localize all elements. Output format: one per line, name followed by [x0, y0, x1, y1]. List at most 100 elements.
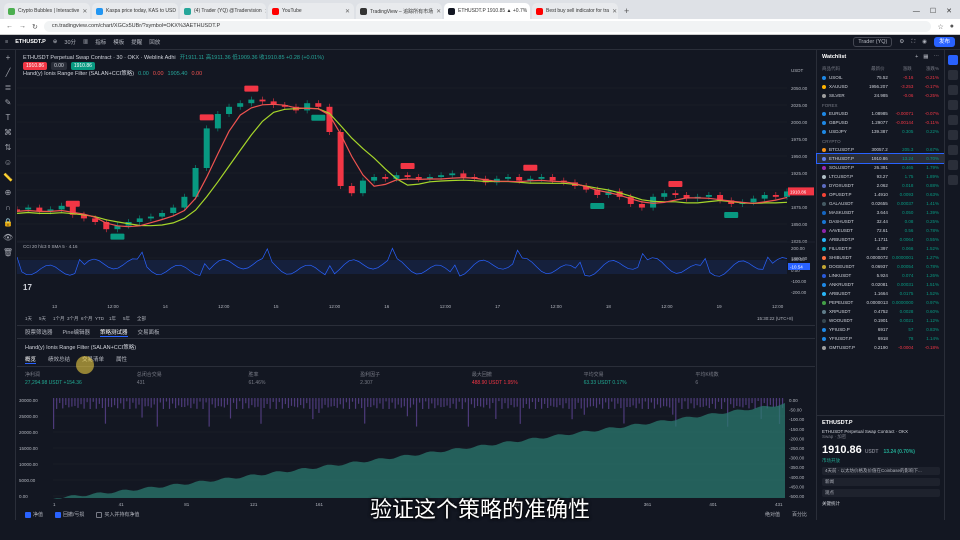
more-icon[interactable]: ⋯ [934, 54, 940, 60]
fullscreen-icon[interactable]: ⛶ [911, 39, 915, 46]
news-button[interactable]: 新闻 [822, 478, 940, 486]
trash-icon[interactable]: 🗑 [0, 245, 16, 260]
watchlist-row[interactable]: GMTUSDT.P 0.2190 -0.0004 -0.18% [817, 343, 944, 352]
watchlist-row[interactable]: ETHUSDT.P 1910.86 13.24 0.70% [816, 153, 945, 164]
layout-name-button[interactable]: Trader (YQ) [853, 37, 893, 47]
watchlist-row[interactable]: ANKRUSDT 0.02081 0.00031 1.51% [817, 280, 944, 289]
interval-select[interactable]: 30分 [64, 38, 76, 46]
watchlist-row[interactable]: ARBUSDT.P 1.1711 0.0064 0.55% [817, 235, 944, 244]
toolbar-indicators[interactable]: 指标 [95, 38, 106, 46]
watchlist-row[interactable]: USOIL 75.52 -0.16 -0.21% [817, 73, 944, 82]
close-icon[interactable]: ✕ [345, 8, 350, 15]
forward-icon[interactable]: → [19, 23, 26, 30]
magnet-icon[interactable]: ∩ [0, 200, 16, 215]
watchlist-row[interactable]: XRPUSDT 0.4752 0.0028 0.60% [817, 307, 944, 316]
watchlist-row[interactable]: EURUSD 1.08985 -0.00071 -0.07% [817, 109, 944, 118]
maximize-icon[interactable]: ☐ [930, 7, 936, 15]
alerts-icon[interactable] [947, 70, 958, 80]
candle-type-icon[interactable]: ▥ [83, 39, 88, 45]
watchlist-section[interactable]: FOREX [817, 100, 944, 109]
minimize-icon[interactable]: — [913, 8, 920, 15]
watchlist-row[interactable]: DYDXUSDT 2.062 0.018 0.88% [817, 181, 944, 190]
close-icon[interactable]: ✕ [436, 8, 441, 15]
publish-button[interactable]: 发布 [933, 37, 955, 47]
tab-properties[interactable]: 属性 [116, 355, 127, 364]
browser-tab[interactable]: YouTube ✕ [268, 3, 354, 19]
watchlist-title[interactable]: Watchlist [822, 54, 846, 60]
add-icon[interactable]: + [915, 54, 918, 60]
chart-canvas[interactable]: 2050.00 2025.00 2000.00 1975.00 1950.00 1925.… [14, 50, 815, 325]
camera-icon[interactable]: ◉ [922, 39, 927, 45]
watchlist-row[interactable]: YFIUSDT.P 6918 78 1.14% [817, 334, 944, 343]
eye-icon[interactable]: 👁 [0, 230, 16, 245]
tab-screener[interactable]: 股票筛选器 [25, 328, 53, 336]
menu-icon[interactable]: ≡ [5, 39, 8, 45]
ideas-icon[interactable] [947, 130, 958, 140]
strategy-name[interactable]: Hand(y) Ionis Range Filter (SALAN+CCI策略) [17, 339, 815, 353]
tab-trading-panel[interactable]: 交易面板 [138, 328, 160, 336]
buy-price-pill[interactable]: 1910.86 [70, 62, 95, 70]
toolbar-alerts[interactable]: 提醒 [131, 38, 142, 46]
trendline-icon[interactable]: ╱ [0, 65, 16, 80]
watchlist-row[interactable]: LINKUSDT 5.924 0.074 1.26% [817, 271, 944, 280]
watchlist-row[interactable]: AAVEUSDT 72.61 0.56 0.78% [817, 226, 944, 235]
layout-icon[interactable]: ▦ [923, 54, 928, 60]
brush-icon[interactable]: ✎ [0, 95, 16, 110]
close-icon[interactable]: ✕ [265, 8, 266, 15]
notifications-icon[interactable] [947, 160, 958, 170]
crosshair-icon[interactable]: + [0, 50, 16, 65]
back-icon[interactable]: ← [6, 23, 13, 30]
watchlist-row[interactable]: XAUUSD 1956.207 -3.253 -0.17% [817, 82, 944, 91]
pattern-icon[interactable]: ⌘ [0, 125, 16, 140]
new-tab-icon[interactable]: + [620, 3, 633, 19]
browser-tab[interactable]: Best buy sell indicator for tra ✕ [532, 3, 618, 19]
browser-tab[interactable]: Crypto Bubbles | Interactive ✕ [4, 3, 90, 19]
watchlist-icon[interactable] [947, 55, 958, 65]
calendar-icon[interactable] [947, 115, 958, 125]
watchlist-row[interactable]: FILUSDT.P 4.397 0.066 1.52% [817, 244, 944, 253]
chat-icon[interactable] [947, 145, 958, 155]
text-icon[interactable]: T [0, 110, 16, 125]
browser-tab[interactable]: TradingView – 追踪所有市场 ✕ [356, 3, 442, 19]
col-last[interactable]: 最新价 [857, 66, 885, 72]
watchlist-row[interactable]: LTCUSDT.P 93.27 1.75 1.89% [817, 172, 944, 181]
settings-icon[interactable]: ⚙ [899, 39, 904, 45]
tab-performance[interactable]: 绩效总结 [48, 355, 70, 364]
watchlist-row[interactable]: SILVER 24.985 -0.06 -0.25% [817, 91, 944, 100]
sell-price-pill[interactable]: 1910.86 [23, 62, 48, 70]
close-icon[interactable]: ✕ [82, 8, 87, 15]
help-icon[interactable] [947, 175, 958, 185]
tab-pine-editor[interactable]: Pine编辑器 [63, 328, 91, 336]
browser-tab[interactable]: ETHUSDT.P 1910.85 ▲ +0.7%✕ [444, 3, 530, 19]
col-symbol[interactable]: 商品代码 [822, 66, 857, 72]
col-change[interactable]: 涨跌 [885, 66, 912, 72]
indicator-legend-label[interactable]: Hand(y) Ionis Range Filter (SALAN+CCI策略) [23, 70, 134, 78]
lock-icon[interactable]: 🔒 [0, 215, 16, 230]
profile-icon[interactable]: ● [950, 23, 954, 30]
toolbar-replay[interactable]: 回放 [149, 38, 160, 46]
watchlist-row[interactable]: WOOUSDT 0.1901 0.0021 1.12% [817, 316, 944, 325]
watchlist-row[interactable]: USDJPY 139.387 0.305 0.22% [817, 127, 944, 136]
watchlist-row[interactable]: DOGEUSDT 0.06937 0.00054 0.78% [817, 262, 944, 271]
watchlist-section[interactable]: CRYPTO [817, 136, 944, 145]
watchlist-row[interactable]: GBPUSD 1.29077 -0.00144 -0.11% [817, 118, 944, 127]
watchlist-row[interactable]: GALAUSDT 0.02655 0.00037 1.41% [817, 199, 944, 208]
close-icon[interactable]: ✕ [612, 8, 617, 15]
watchlist-row[interactable]: SOLUSDT.P 26.391 0.465 1.79% [817, 163, 944, 172]
watchlist-row[interactable]: MASKUSDT 3.644 0.050 1.39% [817, 208, 944, 217]
watchlist-row[interactable]: BTCUSDT.P 30057.2 205.3 0.67% [817, 145, 944, 154]
zoom-icon[interactable]: ⊕ [0, 185, 16, 200]
tab-overview[interactable]: 概览 [25, 355, 37, 364]
symbol-search[interactable]: ETHUSDT.P [15, 39, 46, 45]
prediction-icon[interactable]: ⇅ [0, 140, 16, 155]
watchlist-row[interactable]: SHIBUSDT 0.0000072 0.0000001 1.27% [817, 253, 944, 262]
ruler-icon[interactable]: 📏 [0, 170, 16, 185]
watchlist-row[interactable]: YFIUSD.P 6917 57 0.83% [817, 325, 944, 334]
watchlist-row[interactable]: OPUSDT.P 1.4910 0.0093 0.63% [817, 190, 944, 199]
browser-tab[interactable]: Kaspa price today, KAS to USD✕ [92, 3, 178, 19]
price-chart[interactable]: 2050.00 2025.00 2000.00 1975.00 1950.00 1925.… [14, 50, 815, 325]
watchlist-row[interactable]: DASHUSDT 32.44 0.08 0.25% [817, 217, 944, 226]
detail-symbol[interactable]: ETHUSDT.P [822, 420, 940, 426]
data-window-icon[interactable] [947, 85, 958, 95]
icons-icon[interactable]: ☺ [0, 155, 16, 170]
